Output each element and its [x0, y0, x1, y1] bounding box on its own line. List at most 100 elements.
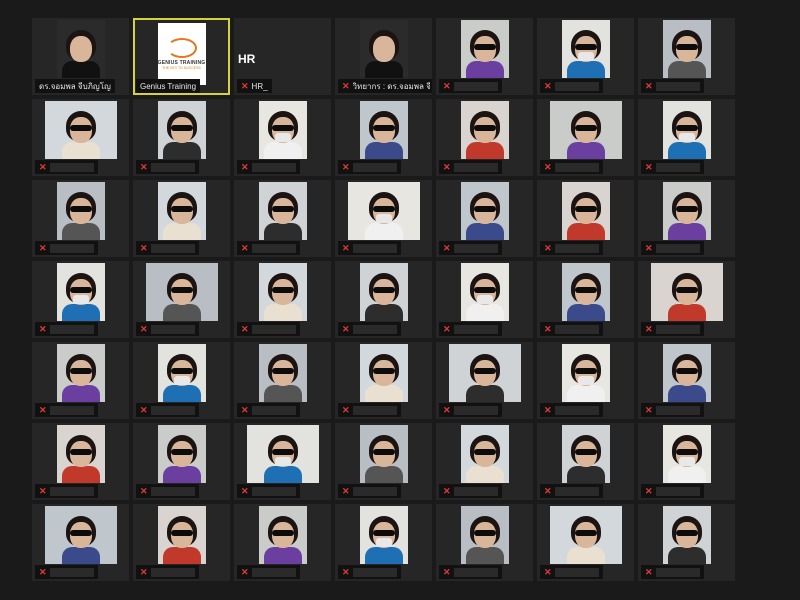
- participant-tile[interactable]: ✕: [133, 99, 230, 176]
- name-redacted: [150, 162, 195, 172]
- sunglasses: [574, 530, 597, 536]
- participant-tile[interactable]: ✕: [537, 180, 634, 257]
- participant-tile[interactable]: ✕: [638, 99, 735, 176]
- participant-tile[interactable]: ✕: [638, 423, 735, 500]
- muted-mic-icon: ✕: [645, 161, 653, 172]
- muted-mic-icon: ✕: [39, 323, 47, 334]
- participant-tile[interactable]: ✕: [537, 504, 634, 581]
- participant-tile[interactable]: ✕: [335, 261, 432, 338]
- participant-tile[interactable]: ✕: [335, 180, 432, 257]
- sunglasses: [372, 449, 395, 455]
- participant-video: [44, 506, 117, 564]
- sunglasses: [574, 368, 597, 374]
- participant-tile[interactable]: ดร.จอมพล จีบภิญโญ: [32, 18, 129, 95]
- participant-tile[interactable]: ✕: [638, 18, 735, 95]
- participant-tile[interactable]: ✕วิทยากร : ดร.จอมพล จีบภิ...: [335, 18, 432, 95]
- person-body: [364, 61, 403, 78]
- participant-nameplate: ✕: [237, 322, 300, 336]
- sunglasses: [473, 125, 496, 131]
- participant-tile[interactable]: HR ✕ HR_: [234, 18, 331, 95]
- participant-video: [662, 344, 711, 402]
- participant-logo: GENIUS TRAINING THE KEY TO SUCCESS: [157, 23, 206, 85]
- participant-tile[interactable]: ✕: [133, 342, 230, 419]
- participant-video: [258, 182, 307, 240]
- participant-video: [258, 506, 307, 564]
- muted-mic-icon: ✕: [544, 161, 552, 172]
- muted-mic-icon: ✕: [39, 566, 47, 577]
- participant-tile[interactable]: ✕: [436, 18, 533, 95]
- name-redacted: [352, 324, 397, 334]
- participant-tile[interactable]: ✕: [638, 261, 735, 338]
- name-redacted: [251, 243, 296, 253]
- sunglasses: [675, 206, 698, 212]
- participant-tile[interactable]: ✕: [537, 423, 634, 500]
- participant-tile[interactable]: ✕: [436, 423, 533, 500]
- sunglasses: [271, 206, 294, 212]
- participant-tile[interactable]: ✕: [234, 423, 331, 500]
- participant-tile[interactable]: ✕: [234, 261, 331, 338]
- participant-tile[interactable]: ✕: [234, 180, 331, 257]
- muted-mic-icon: ✕: [140, 404, 148, 415]
- participant-tile[interactable]: ✕: [436, 342, 533, 419]
- name-redacted: [49, 405, 94, 415]
- participant-tile[interactable]: ✕: [335, 504, 432, 581]
- sunglasses: [170, 368, 193, 374]
- participant-tile[interactable]: ✕: [32, 504, 129, 581]
- name-redacted: [352, 405, 397, 415]
- person-body: [566, 223, 605, 240]
- name-redacted: [554, 486, 599, 496]
- participant-tile[interactable]: ✕: [638, 180, 735, 257]
- participant-video: [359, 344, 408, 402]
- participant-tile[interactable]: ✕: [32, 180, 129, 257]
- participant-tile[interactable]: ✕: [335, 342, 432, 419]
- participant-video: [359, 101, 408, 159]
- muted-mic-icon: ✕: [39, 161, 47, 172]
- participant-nameplate: ✕: [540, 484, 603, 498]
- participant-tile[interactable]: ✕: [234, 504, 331, 581]
- participant-tile[interactable]: ✕: [335, 99, 432, 176]
- participant-nameplate: ✕: [136, 241, 199, 255]
- participant-tile[interactable]: ✕: [133, 423, 230, 500]
- sunglasses: [574, 206, 597, 212]
- participant-name-display: HR: [238, 52, 256, 66]
- participant-nameplate: ✕: [338, 322, 401, 336]
- participant-tile[interactable]: ✕: [133, 180, 230, 257]
- participant-tile[interactable]: ✕: [436, 99, 533, 176]
- participant-tile[interactable]: ✕: [537, 99, 634, 176]
- participant-tile[interactable]: GENIUS TRAINING THE KEY TO SUCCESS Genius …: [133, 18, 230, 95]
- sunglasses: [473, 206, 496, 212]
- logo-subtitle: THE KEY TO SUCCESS: [162, 66, 201, 70]
- participant-nameplate: Genius Training: [136, 79, 201, 93]
- participant-tile[interactable]: ✕: [436, 504, 533, 581]
- participant-tile[interactable]: ✕: [436, 180, 533, 257]
- participant-nameplate: ✕: [237, 565, 300, 579]
- participant-tile[interactable]: ✕: [133, 504, 230, 581]
- participant-tile[interactable]: ✕: [32, 99, 129, 176]
- participant-tile[interactable]: ✕: [32, 342, 129, 419]
- participant-tile[interactable]: ✕: [234, 99, 331, 176]
- participant-tile[interactable]: ✕: [638, 504, 735, 581]
- sunglasses: [675, 530, 698, 536]
- participant-tile[interactable]: ✕: [436, 261, 533, 338]
- participant-nameplate: ✕: [641, 565, 704, 579]
- participant-nameplate: ✕: [35, 322, 98, 336]
- participant-tile[interactable]: ✕: [638, 342, 735, 419]
- muted-mic-icon: ✕: [342, 485, 350, 496]
- participant-tile[interactable]: ✕: [335, 423, 432, 500]
- participant-tile[interactable]: ✕: [32, 261, 129, 338]
- participant-tile[interactable]: ✕: [133, 261, 230, 338]
- person-body: [667, 61, 706, 78]
- person-body: [364, 547, 403, 564]
- face-mask: [577, 376, 594, 385]
- participant-nameplate: ✕ HR_: [237, 79, 272, 93]
- participant-tile[interactable]: ✕: [537, 18, 634, 95]
- participant-video: [258, 101, 307, 159]
- person-body: [566, 142, 605, 159]
- participant-tile[interactable]: ✕: [234, 342, 331, 419]
- person-body: [162, 547, 201, 564]
- participant-tile[interactable]: ✕: [32, 423, 129, 500]
- participant-tile[interactable]: ✕: [537, 261, 634, 338]
- person-body: [667, 385, 706, 402]
- participant-tile[interactable]: ✕: [537, 342, 634, 419]
- sunglasses: [675, 449, 698, 455]
